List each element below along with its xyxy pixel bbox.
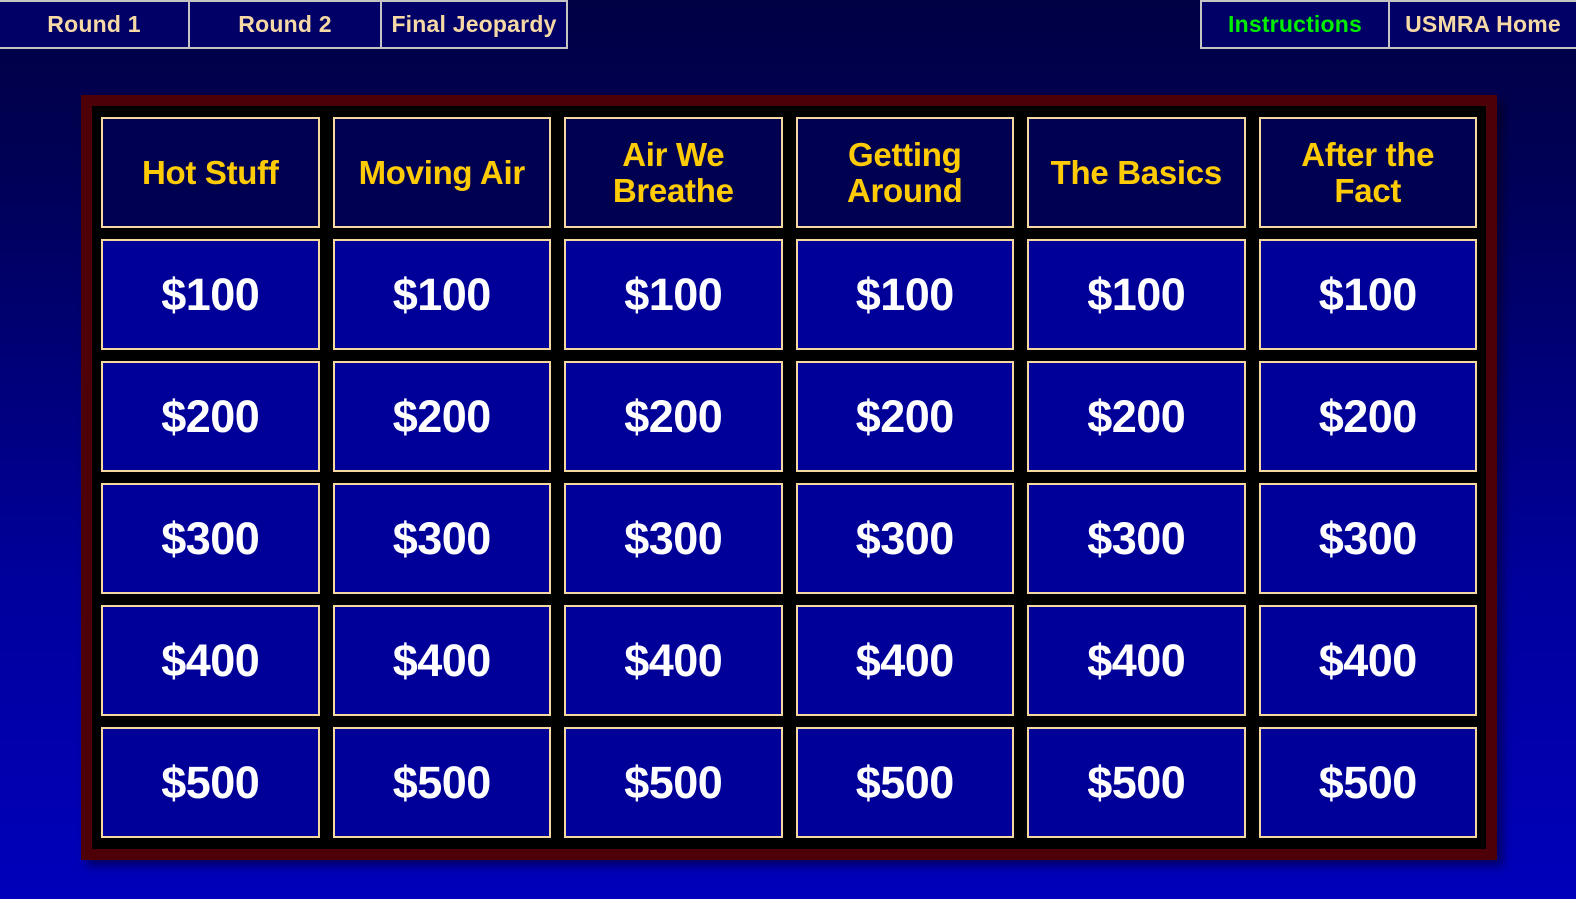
clue-cell-c1-r3[interactable]: $300 xyxy=(101,483,320,594)
nav-group-links: Instructions USMRA Home xyxy=(1200,0,1576,49)
clue-cell-c4-r2[interactable]: $200 xyxy=(795,361,1014,472)
nav-usmra-home-button[interactable]: USMRA Home xyxy=(1390,0,1576,49)
clue-cell-c4-r4[interactable]: $400 xyxy=(795,605,1014,716)
clue-cell-c4-r1[interactable]: $100 xyxy=(795,239,1014,350)
clue-cell-c6-r4[interactable]: $400 xyxy=(1258,605,1477,716)
clue-cell-c2-r2[interactable]: $200 xyxy=(332,361,551,472)
clue-cell-c2-r5[interactable]: $500 xyxy=(332,727,551,838)
clue-cell-c4-r5[interactable]: $500 xyxy=(795,727,1014,838)
clue-cell-c6-r1[interactable]: $100 xyxy=(1258,239,1477,350)
clue-cell-c6-r3[interactable]: $300 xyxy=(1258,483,1477,594)
clue-cell-c2-r3[interactable]: $300 xyxy=(332,483,551,594)
nav-round-2-button[interactable]: Round 2 xyxy=(190,0,382,49)
jeopardy-board-inner: Hot Stuff Moving Air Air We Breathe Gett… xyxy=(92,106,1486,849)
top-navigation-bar: Round 1 Round 2 Final Jeopardy Instructi… xyxy=(0,0,1576,49)
clue-cell-c3-r1[interactable]: $100 xyxy=(564,239,783,350)
clue-cell-c1-r5[interactable]: $500 xyxy=(101,727,320,838)
clue-cell-c2-r1[interactable]: $100 xyxy=(332,239,551,350)
category-header-3: Air We Breathe xyxy=(564,117,783,228)
nav-instructions-button[interactable]: Instructions xyxy=(1200,0,1390,49)
jeopardy-board-grid: Hot Stuff Moving Air Air We Breathe Gett… xyxy=(101,117,1477,838)
clue-cell-c2-r4[interactable]: $400 xyxy=(332,605,551,716)
clue-cell-c1-r2[interactable]: $200 xyxy=(101,361,320,472)
clue-cell-c5-r5[interactable]: $500 xyxy=(1027,727,1246,838)
clue-cell-c5-r3[interactable]: $300 xyxy=(1027,483,1246,594)
nav-round-1-button[interactable]: Round 1 xyxy=(0,0,190,49)
category-header-2: Moving Air xyxy=(332,117,551,228)
category-header-5: The Basics xyxy=(1027,117,1246,228)
clue-cell-c3-r2[interactable]: $200 xyxy=(564,361,783,472)
clue-cell-c3-r3[interactable]: $300 xyxy=(564,483,783,594)
category-header-4: Getting Around xyxy=(795,117,1014,228)
nav-final-jeopardy-button[interactable]: Final Jeopardy xyxy=(382,0,568,49)
clue-cell-c1-r4[interactable]: $400 xyxy=(101,605,320,716)
clue-cell-c3-r5[interactable]: $500 xyxy=(564,727,783,838)
category-header-6: After the Fact xyxy=(1258,117,1477,228)
jeopardy-board-frame: Hot Stuff Moving Air Air We Breathe Gett… xyxy=(81,95,1497,860)
nav-group-rounds: Round 1 Round 2 Final Jeopardy xyxy=(0,0,568,49)
category-header-1: Hot Stuff xyxy=(101,117,320,228)
clue-cell-c6-r5[interactable]: $500 xyxy=(1258,727,1477,838)
clue-cell-c4-r3[interactable]: $300 xyxy=(795,483,1014,594)
clue-cell-c6-r2[interactable]: $200 xyxy=(1258,361,1477,472)
clue-cell-c5-r2[interactable]: $200 xyxy=(1027,361,1246,472)
clue-cell-c5-r4[interactable]: $400 xyxy=(1027,605,1246,716)
clue-cell-c3-r4[interactable]: $400 xyxy=(564,605,783,716)
clue-cell-c1-r1[interactable]: $100 xyxy=(101,239,320,350)
clue-cell-c5-r1[interactable]: $100 xyxy=(1027,239,1246,350)
